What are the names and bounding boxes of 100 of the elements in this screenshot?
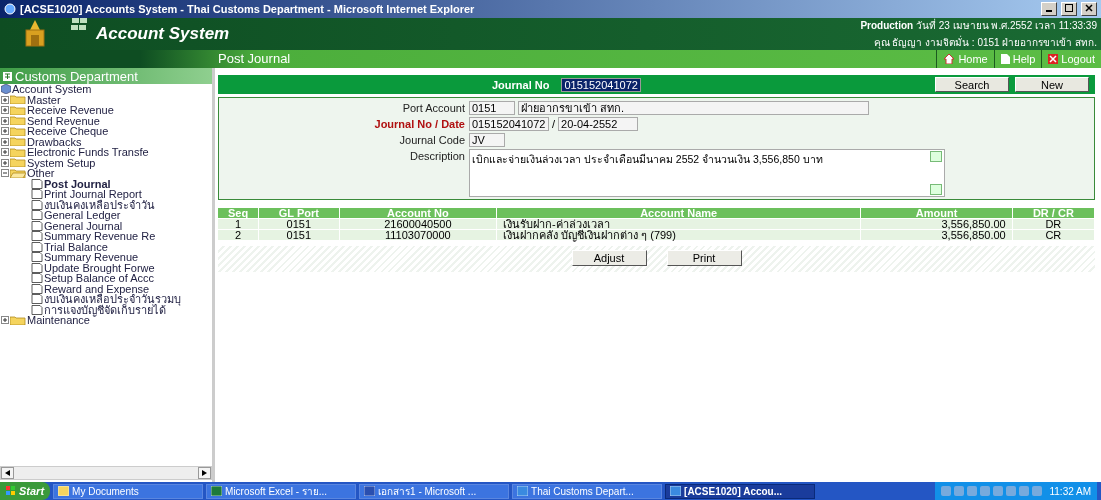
- tree-item[interactable]: งบเงินคงเหลือประจำวัน: [44, 199, 155, 210]
- maximize-button[interactable]: [1061, 2, 1077, 16]
- windows-logo-icon: [6, 486, 16, 496]
- tree-item[interactable]: Update Brought Forwe: [44, 262, 155, 273]
- tree-item[interactable]: การแจงบัญชีจัดเก็บรายได้: [44, 304, 166, 315]
- search-bar-button[interactable]: Search: [935, 77, 1009, 92]
- open-folder-icon: [10, 168, 26, 178]
- table-cell: 2: [218, 229, 259, 240]
- collapse-icon[interactable]: [1, 169, 9, 178]
- tree-item[interactable]: Reward and Expense: [44, 283, 150, 294]
- search-bar-button[interactable]: New: [1015, 77, 1089, 92]
- expand-icon[interactable]: [1, 148, 9, 157]
- start-button[interactable]: Start: [0, 482, 51, 500]
- tree-item[interactable]: Setup Balance of Accc: [44, 273, 155, 284]
- expand-icon[interactable]: [1, 106, 9, 115]
- tree-item[interactable]: Drawbacks: [27, 136, 82, 147]
- house-icon: [943, 54, 956, 64]
- document-icon: [31, 220, 43, 231]
- taskbar-button[interactable]: Microsoft Excel - ราย...: [206, 483, 357, 499]
- expand-icon[interactable]: [1, 127, 9, 136]
- tree-item[interactable]: Print Journal Report: [44, 189, 142, 200]
- user-info: คุณ ธัญญา งามจิตมั่น : 0151 ฝ่ายอากรขาเข้า สทก.: [873, 35, 1097, 50]
- expand-icon[interactable]: [1, 158, 9, 167]
- field-label: Description: [408, 149, 466, 163]
- document-icon: [31, 304, 43, 315]
- journal-no-field[interactable]: 015152041072: [561, 77, 641, 92]
- grid-logo-icon: [70, 18, 88, 30]
- description-text: เบิกและจ่ายเงินล่วงเวลา ประจำเดือนมีนาคม 2552 จำนวนเงิน 3,556,850 บาท: [472, 152, 823, 167]
- environment-datetime: Production วันที่ 23 เมษายน พ.ศ.2552 เวลา 11:33:39: [860, 18, 1097, 33]
- tree-item[interactable]: Account System: [12, 84, 92, 95]
- expand-icon[interactable]: [1, 137, 9, 146]
- document-icon: [31, 199, 43, 210]
- taskbar-button[interactable]: เอกสาร1 - Microsoft ...: [359, 483, 510, 499]
- page-icon: [1000, 54, 1010, 64]
- column-header: Account Name: [496, 208, 861, 219]
- field-label: Journal No / Date: [373, 117, 466, 131]
- tree-item[interactable]: General Ledger: [44, 210, 121, 221]
- journal-no-label: Journal No: [492, 78, 550, 91]
- folder-icon: [10, 158, 26, 168]
- tree-item[interactable]: Summary Revenue: [44, 252, 139, 263]
- tree-item[interactable]: Send Revenue: [27, 115, 100, 126]
- table-cell: 11103070000: [339, 229, 497, 240]
- tree-item[interactable]: Receive Cheque: [27, 126, 109, 137]
- window-title: [ACSE1020] Accounts System - Thai Customs Department - Microsoft Internet Explorer: [20, 3, 476, 15]
- tree-item[interactable]: Master: [27, 94, 61, 105]
- tree-item[interactable]: งบเงินคงเหลือประจำวันรวมบุ: [44, 294, 181, 305]
- document-icon: [31, 210, 43, 221]
- expand-icon[interactable]: [1, 316, 9, 325]
- field-label: Journal Code: [398, 133, 466, 147]
- table-cell: CR: [1012, 229, 1095, 240]
- document-icon: [31, 189, 43, 200]
- taskbar-button[interactable]: My Documents: [53, 483, 204, 499]
- folder-icon: [10, 137, 26, 147]
- expand-icon[interactable]: [1, 95, 9, 104]
- tree-item[interactable]: Summary Revenue Re: [44, 231, 156, 242]
- document-icon: [31, 262, 43, 273]
- close-icon: [1048, 54, 1059, 64]
- input-field[interactable]: ฝ่ายอากรขาเข้า สทก.: [518, 101, 869, 115]
- taskbar-button[interactable]: Thai Customs Depart...: [512, 483, 663, 499]
- tree-item[interactable]: Post Journal: [44, 178, 111, 189]
- action-button[interactable]: Adjust: [571, 250, 647, 266]
- tree-item[interactable]: Receive Revenue: [27, 105, 114, 116]
- input-field[interactable]: 015152041072: [469, 117, 549, 131]
- input-field[interactable]: JV: [469, 133, 505, 147]
- tree-item[interactable]: General Journal: [44, 220, 123, 231]
- folder-icon: [10, 105, 26, 115]
- scroll-left-icon[interactable]: [1, 467, 14, 479]
- separator: /: [552, 118, 556, 130]
- document-icon: [31, 178, 43, 189]
- tree-item[interactable]: Maintenance: [27, 315, 90, 326]
- action-button[interactable]: Print: [666, 250, 742, 266]
- collapse-pane-icon[interactable]: [3, 71, 12, 81]
- app-icon: [670, 486, 682, 496]
- tree-item[interactable]: System Setup: [27, 157, 96, 168]
- tree-item[interactable]: Other: [27, 168, 55, 179]
- input-field[interactable]: 0151: [469, 101, 515, 115]
- app-icon: [517, 486, 529, 496]
- emblem-icon: [22, 20, 48, 48]
- input-field[interactable]: 20-04-2552: [558, 117, 639, 131]
- expand-icon[interactable]: [1, 116, 9, 125]
- document-icon: [31, 283, 43, 294]
- table-cell: 3,556,850.00: [860, 229, 1013, 240]
- scroll-right-icon[interactable]: [198, 467, 211, 479]
- taskbar-button[interactable]: [ACSE1020] Accou...: [665, 483, 816, 499]
- tree-item[interactable]: Electronic Funds Transfe: [27, 147, 149, 158]
- tree-item[interactable]: Trial Balance: [44, 241, 108, 252]
- folder-icon: [58, 486, 70, 496]
- table-cell: เงินรับฝาก-ค่าล่วงเวลา: [496, 218, 861, 230]
- cube-icon: [1, 84, 11, 95]
- table-cell: 0151: [258, 229, 340, 240]
- folder-icon: [10, 315, 26, 325]
- column-header: Amount: [860, 208, 1013, 219]
- table-cell: 1: [218, 218, 259, 230]
- sidebar-title-text: Customs Department: [15, 68, 138, 84]
- folder-icon: [10, 126, 26, 136]
- close-button[interactable]: [1081, 2, 1097, 16]
- folder-icon: [10, 147, 26, 157]
- document-icon: [31, 273, 43, 284]
- app-name: Account System: [96, 24, 231, 44]
- minimize-button[interactable]: [1041, 2, 1057, 16]
